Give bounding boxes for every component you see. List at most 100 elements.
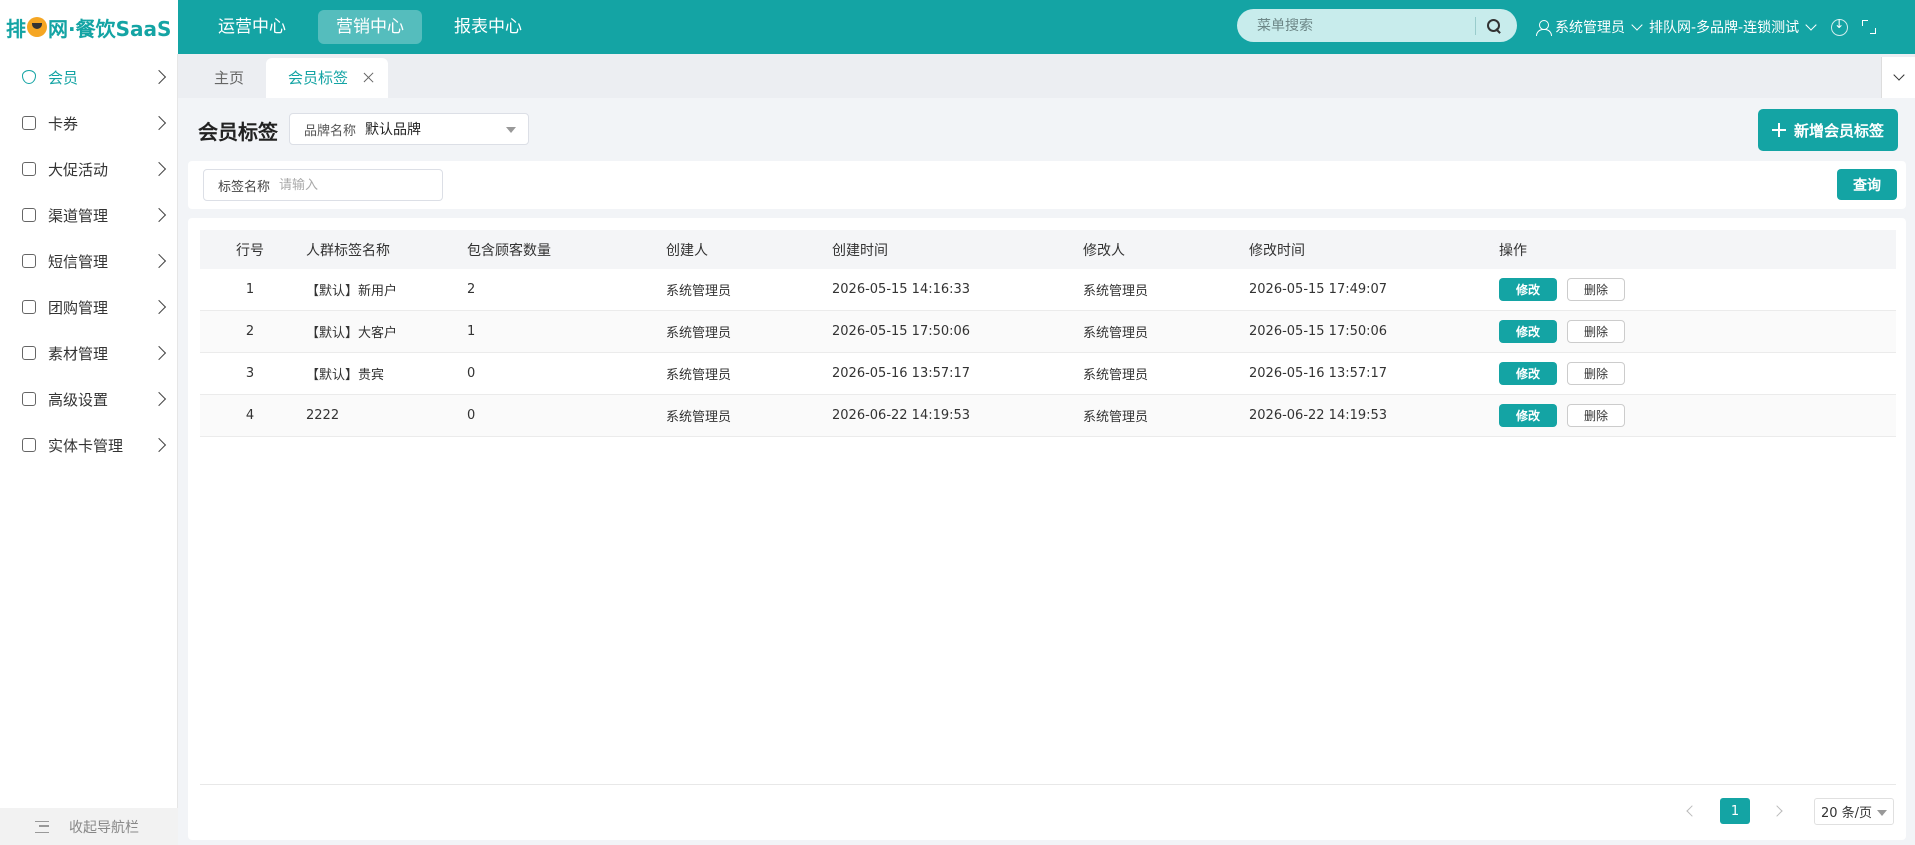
cell-customer-count: 1 (467, 324, 476, 339)
cell-modified-time: 2026-05-15 17:49:07 (1249, 282, 1388, 297)
user-chevron-down-icon[interactable] (1631, 19, 1643, 31)
logo-mascot-icon (27, 17, 47, 37)
cell-tag-name: 2222 (306, 408, 340, 423)
layers-icon (22, 208, 36, 222)
logo-text-before: 排 (6, 16, 26, 41)
download-icon[interactable] (1831, 17, 1849, 36)
cell-created-time: 2026-05-15 17:50:06 (832, 324, 971, 339)
add-member-tag-button[interactable]: 新增会员标签 (1758, 109, 1898, 151)
sidebar-item-groupbuy[interactable]: 团购管理 (0, 284, 178, 330)
col-header-created-time: 创建时间 (832, 242, 888, 259)
caret-down-icon (506, 127, 516, 133)
col-header-modified-time: 修改时间 (1249, 242, 1305, 259)
edit-button[interactable]: 修改 (1499, 404, 1557, 427)
chevron-right-icon (151, 345, 167, 361)
col-header-tag-name: 人群标签名称 (306, 242, 390, 259)
sidebar-item-promotion[interactable]: 大促活动 (0, 146, 178, 192)
store-chevron-down-icon[interactable] (1805, 19, 1817, 31)
prev-page-icon[interactable] (1680, 800, 1702, 822)
main-nav-operations[interactable]: 运营中心 (200, 10, 304, 44)
chevron-right-icon (151, 299, 167, 315)
cell-creator: 系统管理员 (666, 284, 732, 299)
sidebar-item-material[interactable]: 素材管理 (0, 330, 178, 376)
coupon-icon (22, 116, 36, 130)
page-number-current[interactable]: 1 (1720, 798, 1750, 824)
tab-member-tags[interactable]: 会员标签 (266, 58, 389, 98)
cell-creator: 系统管理员 (666, 410, 732, 425)
sidebar-item-sms[interactable]: 短信管理 (0, 238, 178, 284)
main-nav-marketing[interactable]: 营销中心 (318, 10, 422, 44)
search-icon[interactable] (1486, 18, 1502, 34)
collapse-nav-label: 收起导航栏 (69, 819, 139, 836)
tab-bar: 主页 会员标签 (178, 54, 1915, 98)
tabs-dropdown[interactable] (1881, 57, 1915, 98)
table-row: 4 2222 0 系统管理员 2026-06-22 14:19:53 系统管理员… (200, 395, 1896, 437)
tag-name-filter: 标签名称 (203, 169, 443, 201)
delete-button[interactable]: 删除 (1567, 362, 1625, 385)
caret-down-icon (1877, 809, 1887, 816)
sidebar-item-label: 卡券 (48, 114, 79, 133)
cell-tag-name: 【默认】贵宾 (306, 368, 385, 383)
logo-text-after: 网·餐饮SaaS (48, 16, 172, 41)
table-row: 1 【默认】新用户 2 系统管理员 2026-05-15 14:16:33 系统… (200, 269, 1896, 311)
cell-customer-count: 0 (467, 366, 476, 381)
edit-button[interactable]: 修改 (1499, 278, 1557, 301)
member-icon (22, 70, 36, 84)
gift-icon (22, 162, 36, 176)
table-row: 3 【默认】贵宾 0 系统管理员 2026-05-16 13:57:17 系统管… (200, 353, 1896, 395)
card-icon (22, 438, 36, 452)
menu-search-input[interactable] (1257, 17, 1475, 34)
collapse-nav-button[interactable]: 收起导航栏 (0, 808, 178, 845)
chevron-right-icon (151, 253, 167, 269)
chevron-down-icon (1892, 68, 1905, 81)
cell-modifier: 系统管理员 (1083, 410, 1149, 425)
sidebar-item-label: 会员 (48, 68, 79, 87)
cell-row-no: 4 (245, 408, 255, 423)
edit-button[interactable]: 修改 (1499, 362, 1557, 385)
edit-button[interactable]: 修改 (1499, 320, 1557, 343)
settings-icon (22, 392, 36, 406)
page-header: 会员标签 品牌名称 默认品牌 新增会员标签 (178, 98, 1915, 160)
chevron-right-icon (151, 207, 167, 223)
next-page-icon[interactable] (1768, 800, 1790, 822)
brand-select[interactable]: 品牌名称 默认品牌 (289, 113, 529, 145)
page-size-select[interactable]: 20 条/页 (1814, 797, 1894, 825)
delete-button[interactable]: 删除 (1567, 320, 1625, 343)
close-icon[interactable] (363, 72, 374, 83)
sidebar-item-channel[interactable]: 渠道管理 (0, 192, 178, 238)
cell-row-no: 2 (245, 324, 255, 339)
cell-actions: 修改 删除 (1499, 320, 1896, 343)
tab-home[interactable]: 主页 (192, 58, 266, 98)
cell-created-time: 2026-05-15 14:16:33 (832, 282, 971, 297)
sidebar-item-advanced-settings[interactable]: 高级设置 (0, 376, 178, 422)
pagination-divider (200, 784, 1896, 785)
brand-select-value: 默认品牌 (365, 122, 422, 138)
user-name[interactable]: 系统管理员 (1555, 17, 1625, 37)
col-header-customer-count: 包含顾客数量 (467, 242, 551, 259)
cell-creator: 系统管理员 (666, 326, 732, 341)
chevron-right-icon (151, 391, 167, 407)
member-tag-table: 行号 人群标签名称 包含顾客数量 创建人 创建时间 修改人 修改时间 操作 1 … (200, 230, 1896, 437)
cell-modifier: 系统管理员 (1083, 368, 1149, 383)
sidebar-item-member[interactable]: 会员 (0, 54, 178, 100)
query-button[interactable]: 查询 (1837, 169, 1897, 200)
main-nav-reports[interactable]: 报表中心 (436, 10, 540, 44)
user-icon (1536, 20, 1552, 36)
message-icon (22, 254, 36, 268)
page-size-value: 20 条/页 (1821, 805, 1873, 821)
logo[interactable]: 排网·餐饮SaaS (0, 0, 178, 54)
cell-actions: 修改 删除 (1499, 362, 1896, 385)
fullscreen-icon[interactable] (1862, 20, 1877, 34)
chevron-right-icon (151, 115, 167, 131)
sidebar-item-physical-card[interactable]: 实体卡管理 (0, 422, 178, 468)
page-title: 会员标签 (198, 120, 278, 144)
delete-button[interactable]: 删除 (1567, 278, 1625, 301)
chevron-right-icon (151, 437, 167, 453)
tag-name-input[interactable] (279, 177, 420, 193)
delete-button[interactable]: 删除 (1567, 404, 1625, 427)
material-icon (22, 346, 36, 360)
brand-select-label: 品牌名称 (304, 123, 357, 139)
sidebar-item-coupon[interactable]: 卡券 (0, 100, 178, 146)
store-name[interactable]: 排队网-多品牌-连锁测试 (1649, 17, 1799, 37)
cell-actions: 修改 删除 (1499, 278, 1896, 301)
